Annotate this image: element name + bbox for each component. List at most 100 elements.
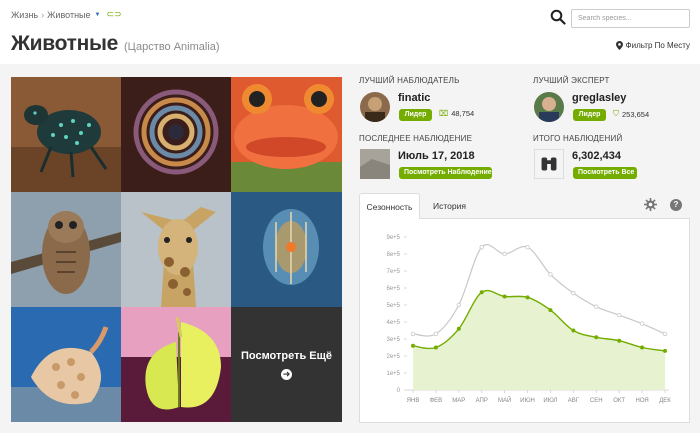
top-observer-count: ⌧ 48,754 [439,109,474,118]
top-expert-name[interactable]: greglasley [572,92,626,104]
search-input[interactable] [571,9,690,28]
tab-seasonality[interactable]: Сезонность [359,193,420,219]
series-green-point [433,345,438,350]
series-green-point [456,326,461,331]
binoculars-icon [534,149,564,179]
series-green-point [594,335,599,340]
top-observer-avatar[interactable] [360,92,390,122]
arrow-right-icon: ➜ [281,368,292,380]
x-tick-label: АПР [476,398,488,404]
y-tick-label: 4e+5 [386,320,400,326]
series-green-point [411,343,415,348]
search-icon[interactable] [550,9,566,25]
photo-weevil[interactable] [11,77,121,192]
link-icon[interactable]: ⊂⊃ [106,9,121,20]
last-observation-date: Июль 17, 2018 [398,150,475,162]
help-icon[interactable]: ? [670,199,682,211]
series-gray-point [594,304,599,309]
shield-icon: ⛉ [613,109,619,118]
x-tick-label: СЕН [590,398,603,404]
series-gray-point [502,251,507,257]
series-gray-point [456,302,462,308]
series-gray-point [639,321,645,326]
photo-giraffe[interactable] [121,192,231,307]
photo-red-frog[interactable] [231,77,342,192]
gear-icon[interactable] [644,198,657,211]
tab-divider [420,218,690,219]
series-green-area [413,290,665,390]
series-gray-point [662,331,668,337]
y-tick-label: 2e+5 [386,354,400,360]
series-green-point [479,290,484,295]
x-tick-label: ФЕВ [430,398,443,404]
x-tick-label: НОЯ [635,398,648,404]
page-title-row: Животные (Царство Animalia) [11,32,220,56]
last-observation-thumbnail[interactable] [360,149,390,179]
y-tick-label: 5e+5 [386,303,400,309]
top-expert-count: ⛉ 253,654 [613,109,649,119]
series-gray-point [616,312,622,318]
x-tick-label: ДЕК [659,398,671,404]
x-tick-label: ОКТ [613,398,625,404]
page-subtitle: (Царство Animalia) [124,41,220,53]
place-filter-label: Фильтр По Месту [625,41,690,50]
top-observer-count-value: 48,754 [451,109,475,118]
x-tick-label: МАЙ [498,396,511,404]
breadcrumb-separator: › [41,9,45,20]
breadcrumb-root[interactable]: Жизнь [11,10,38,20]
view-more-label: Посмотреть Ещё [240,349,333,362]
series-green-point [502,294,507,299]
view-all-observations-button[interactable]: Посмотреть Все [573,167,637,179]
y-tick-label: 0 [397,388,401,394]
y-tick-label: 6e+5 [386,286,400,292]
series-gray-point [548,272,553,277]
photo-feather-duster-worm[interactable] [121,77,231,192]
top-expert-avatar[interactable] [534,92,564,122]
series-green-point [571,328,576,333]
photo-owl[interactable] [11,192,121,307]
series-gray-point [525,245,530,250]
series-green-point [640,345,645,350]
top-observer-leader-badge: Лидер [399,109,432,121]
photo-comb-jelly[interactable] [231,192,342,307]
seasonality-chart: 0 1e+5 2e+5 3e+5 4e+5 5e+5 6e+5 7e+5 8e+5 9e+5 ЯНВ… [386,235,671,404]
photo-grid: Посмотреть Ещё ➜ [11,77,342,422]
binoculars-icon: ⌧ [439,109,449,118]
view-observation-button[interactable]: Посмотреть Наблюдение [399,167,492,179]
last-observation-heading: ПОСЛЕДНЕЕ НАБЛЮДЕНИЕ [359,134,473,143]
photo-yellow-butterfly[interactable] [121,307,231,422]
x-tick-label: МАР [452,398,465,404]
x-tick-label: ЯНВ [407,398,420,404]
series-gray-point [433,331,439,337]
y-tick-label: 8e+5 [386,252,400,258]
tab-history[interactable]: История [424,193,475,219]
view-more-photos-button[interactable]: Посмотреть Ещё ➜ [231,307,342,422]
place-filter-button[interactable]: Фильтр По Месту [615,41,690,50]
top-expert-heading: ЛУЧШИЙ ЭКСПЕРТ [533,76,610,85]
top-observer-heading: ЛУЧШИЙ НАБЛЮДАТЕЛЬ [359,76,460,85]
x-tick-label: АВГ [568,398,580,404]
series-green-point [548,308,553,313]
series-green-point [525,295,530,300]
y-tick-label: 3e+5 [386,337,400,343]
series-green-point [663,348,667,353]
y-tick-label: 7e+5 [386,269,400,275]
page-title: Животные [11,32,119,55]
series-gray-point [571,290,576,296]
photo-sea-snail[interactable] [11,307,121,422]
top-expert-count-value: 253,654 [622,109,650,119]
map-pin-icon [615,41,623,50]
breadcrumb: Жизнь › Животные ▼ ⊂⊃ [11,9,122,20]
x-tick-label: ИЮЛ [543,398,557,404]
total-observations-count: 6,302,434 [572,150,621,162]
top-expert-leader-badge: Лидер [573,109,606,121]
y-tick-label: 9e+5 [386,235,400,241]
chevron-down-icon[interactable]: ▼ [95,12,101,18]
x-tick-label: ИЮН [520,398,535,404]
top-observer-name[interactable]: finatic [398,92,430,104]
total-observations-heading: ИТОГО НАБЛЮДЕНИЙ [533,134,623,143]
series-gray-point [479,245,484,250]
series-green-point [617,338,622,343]
breadcrumb-current[interactable]: Животные [47,10,90,20]
series-gray-point [410,331,416,337]
